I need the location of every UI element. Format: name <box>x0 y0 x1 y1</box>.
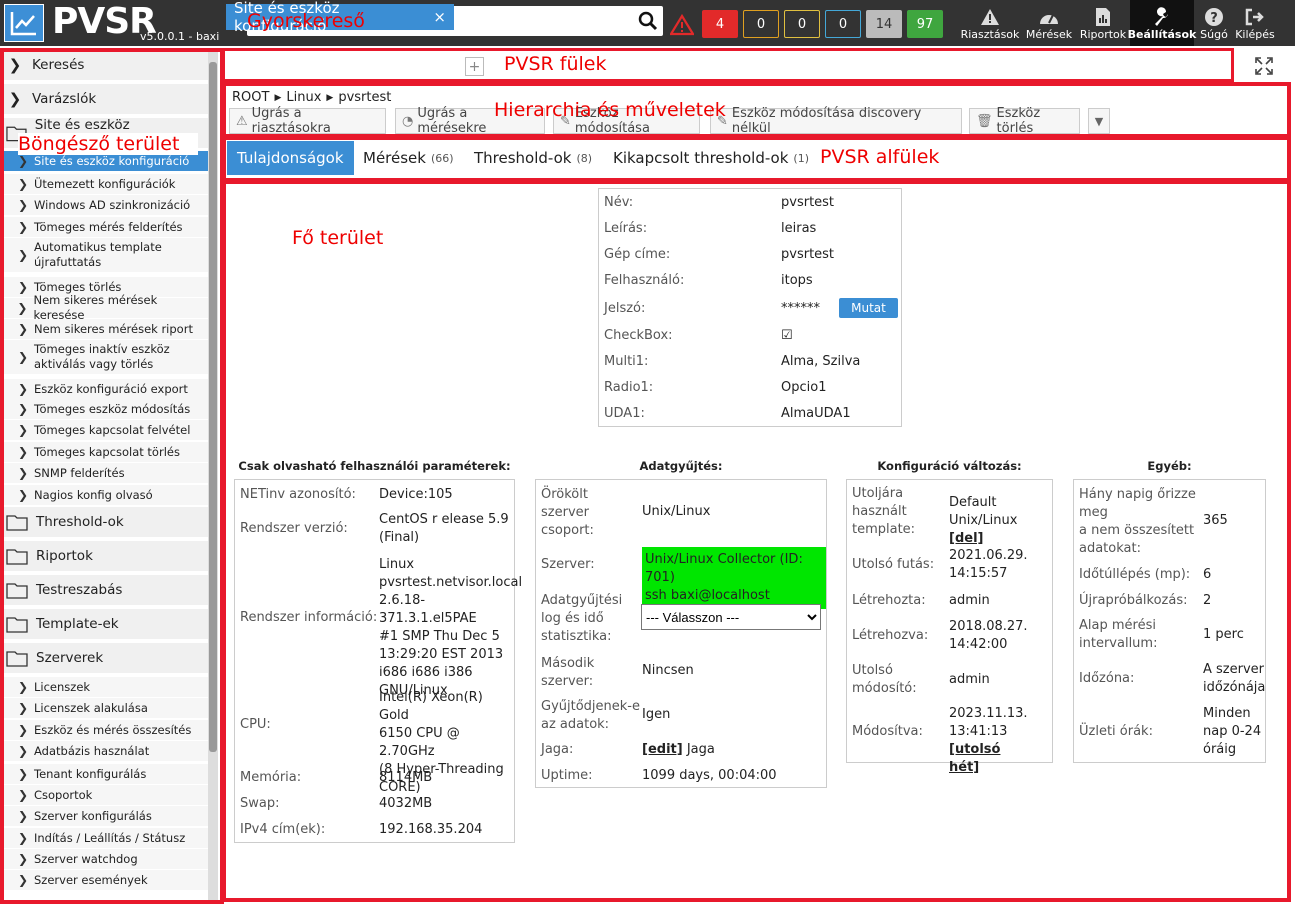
nav-measurements[interactable]: Mérések <box>1022 0 1076 46</box>
counter-major[interactable]: 0 <box>743 10 779 38</box>
annotation-search: Gyorskereső <box>247 10 365 32</box>
counter-ok[interactable]: 97 <box>907 10 943 38</box>
counter-warning[interactable]: 0 <box>825 10 861 38</box>
nav-reports[interactable]: Riportok <box>1078 0 1128 46</box>
annotation-browser: Böngésző terület <box>18 133 198 155</box>
annotation-hierarchy: Hierarchia és műveletek <box>494 99 726 121</box>
warning-icon <box>979 6 1001 28</box>
chart-logo-icon[interactable] <box>4 4 44 42</box>
svg-text:?: ? <box>1210 11 1218 26</box>
nav-settings[interactable]: Beállítások <box>1127 0 1197 46</box>
nav-measurements-label: Mérések <box>1025 27 1073 41</box>
annotation-main: Fő terület <box>292 227 384 249</box>
nav-help-label: Súgó <box>1200 27 1228 41</box>
nav-reports-label: Riportok <box>1079 27 1127 41</box>
gauge-icon <box>1038 6 1060 28</box>
expand-icon[interactable] <box>1250 52 1278 80</box>
nav-logout[interactable]: Kilépés <box>1234 0 1276 46</box>
nav-logout-label: Kilépés <box>1235 27 1275 41</box>
help-icon: ? <box>1203 6 1225 28</box>
search-icon[interactable] <box>637 10 659 32</box>
annotation-subtabs: PVSR alfülek <box>820 146 1064 168</box>
app-window: PVSR v5.0.0.1 - baxi 4 0 0 0 14 97 Riasz… <box>0 0 1295 907</box>
nav-settings-label: Beállítások <box>1127 27 1197 41</box>
nav-help[interactable]: ? Súgó <box>1196 0 1232 46</box>
logout-icon <box>1244 6 1266 28</box>
annotation-frame-subtabs <box>222 136 1291 182</box>
nav-alarms[interactable]: Riasztások <box>960 0 1020 46</box>
alert-warning-icon[interactable] <box>669 13 695 36</box>
annotation-frame-browser <box>0 48 224 904</box>
report-icon <box>1092 6 1114 28</box>
counter-unknown[interactable]: 14 <box>866 10 902 38</box>
app-version: v5.0.0.1 - baxi <box>140 30 220 43</box>
counter-minor[interactable]: 0 <box>784 10 820 38</box>
tab-close-icon[interactable]: × <box>433 8 446 26</box>
top-bar: PVSR v5.0.0.1 - baxi 4 0 0 0 14 97 Riasz… <box>0 0 1295 46</box>
annotation-frame-hierarchy <box>222 82 1291 138</box>
annotation-tabs: PVSR fülek <box>504 53 746 75</box>
nav-alarms-label: Riasztások <box>960 27 1020 41</box>
wrench-icon <box>1151 6 1173 28</box>
counter-critical[interactable]: 4 <box>702 10 738 38</box>
annotation-frame-main <box>222 180 1291 902</box>
